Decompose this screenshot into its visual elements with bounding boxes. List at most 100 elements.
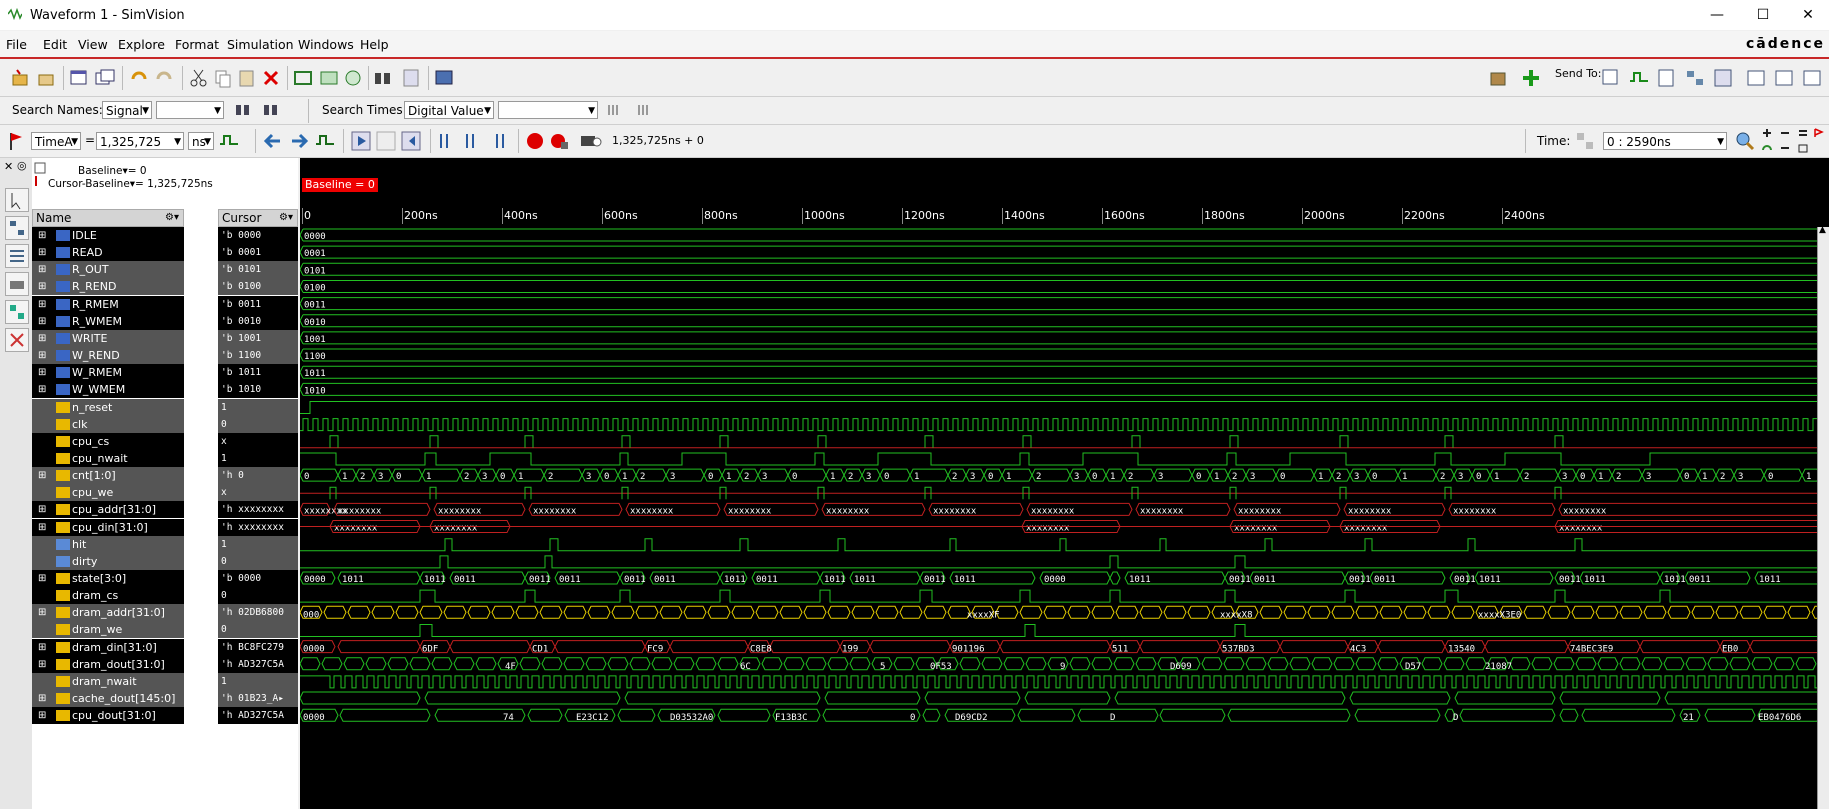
signal-row[interactable]: ⊞ IDLE [32,227,184,244]
menu-file[interactable]: File [6,37,27,52]
signal-row[interactable]: ⊞ cpu_din[31:0] [32,518,184,536]
step-out-icon[interactable] [489,130,511,152]
cursor-baseline-value[interactable]: Cursor-Baseline▾= 1,325,725ns [48,178,213,190]
signal-row[interactable]: cpu_nwait [32,449,184,467]
signal-row[interactable]: cpu_we [32,484,184,502]
menu-view[interactable]: View [78,37,108,52]
expand-icon[interactable]: ⊞ [38,261,46,278]
expand-icon[interactable]: ⊞ [38,656,46,673]
cut-icon[interactable] [188,67,210,89]
screen-icon[interactable] [434,67,456,89]
redo-icon[interactable] [153,67,175,89]
open-icon[interactable] [10,67,32,89]
signal-row[interactable]: ⊞ dram_din[31:0] [32,638,184,656]
paste-icon[interactable] [236,67,258,89]
search-times-input[interactable]: ▼ [498,101,598,119]
time-range-select[interactable]: 0 : 2590ns ▼ [1603,132,1727,150]
expand-icon[interactable]: ⊞ [38,347,46,364]
signal-row[interactable]: ⊞ W_RMEM [32,364,184,382]
stop-icon[interactable] [524,130,546,152]
cursor-name-select[interactable]: TimeA ▼ [31,132,81,150]
expand-icon[interactable]: ⊞ [38,639,46,656]
schematic-icon[interactable] [1684,67,1706,89]
signal-row[interactable]: ⊞ R_WMEM [32,312,184,330]
expand-icon[interactable]: ⊞ [38,690,46,707]
waveform-pane[interactable]: Baseline = 0 0 200ns 400ns 600ns 800ns 1000ns… [300,158,1829,809]
signal-row[interactable]: ⊞ W_WMEM [32,381,184,399]
cursor-column-header[interactable]: Cursor ⚙▾ [218,209,298,227]
signal-row[interactable]: ⊞ cache_dout[145:0] [32,690,184,708]
signal-tool-icon[interactable] [5,244,29,268]
signal-row[interactable]: ⊞ WRITE [32,329,184,347]
signal-row[interactable]: ⊞ cpu_dout[31:0] [32,707,184,725]
signal-row[interactable]: ⊞ R_RMEM [32,295,184,313]
undo-icon[interactable] [128,67,150,89]
waveform-canvas[interactable]: 0000000101010100001100101001110010111010… [300,158,1829,809]
design-browser-icon[interactable] [1600,67,1622,89]
add-icon[interactable] [1520,67,1542,89]
expand-icon[interactable]: ⊞ [38,467,46,484]
cursor-flag-icon[interactable] [6,130,28,152]
waveform-mode-icon[interactable] [218,130,240,152]
name-column-header[interactable]: Name ⚙▾ [32,209,184,227]
run-icon[interactable] [350,130,372,152]
expand-icon[interactable]: ⊞ [38,707,46,724]
expand-icon[interactable]: ⊞ [38,570,46,587]
signal-row[interactable]: ⊞ state[3:0] [32,570,184,587]
expand-icon[interactable]: ⊞ [38,604,46,621]
search-times-next-icon[interactable] [633,99,655,121]
signal-row[interactable]: cpu_cs [32,432,184,450]
signal-row[interactable]: ⊞ cpu_addr[31:0] [32,501,184,519]
signal-row[interactable]: n_reset [32,398,184,416]
edge-list-icon[interactable] [314,130,336,152]
vertical-scrollbar[interactable]: ▲ [1817,225,1829,809]
maximize-button[interactable]: ☐ [1748,6,1778,24]
menu-format[interactable]: Format [175,37,219,52]
search-times-prev-icon[interactable] [605,99,627,121]
signal-row[interactable]: ⊞ dram_addr[31:0] [32,604,184,622]
pause-icon[interactable] [375,130,397,152]
waveform-icon[interactable] [1628,67,1650,89]
zoom-full-icon[interactable] [1796,127,1810,139]
print-tool-icon[interactable] [5,272,29,296]
layout-2-icon[interactable] [1773,67,1795,89]
menu-explore[interactable]: Explore [118,37,165,52]
search-names-input[interactable]: ▼ [156,101,224,119]
expression-icon[interactable] [342,67,364,89]
zoom-icon[interactable] [1734,130,1756,152]
step-icon[interactable] [437,130,459,152]
gear-icon[interactable]: ⚙▾ [165,210,179,226]
cursor-unit-select[interactable]: ns ▼ [188,132,214,150]
search-names-type-select[interactable]: Signal ▼ [102,101,152,119]
cursor-gear-icon[interactable]: ⚙▾ [279,210,293,226]
next-edge-icon[interactable] [288,130,310,152]
hierarchy-tool-icon[interactable] [5,216,29,240]
time-range-icon[interactable] [1574,130,1596,152]
expand-icon[interactable]: ⊞ [38,364,46,381]
reset-icon[interactable] [548,130,570,152]
register-icon[interactable] [1712,67,1734,89]
search-times-type-select[interactable]: Digital Value ▼ [404,101,494,119]
copy-window-icon[interactable] [94,67,116,89]
signal-row[interactable]: dram_we [32,621,184,639]
signal-row[interactable]: dram_cs [32,587,184,605]
expand-icon[interactable]: ⊞ [38,519,46,536]
compare-tool-icon[interactable] [5,300,29,324]
zoom-next-icon[interactable] [1778,142,1792,154]
search-names-next-icon[interactable] [260,99,282,121]
menu-simulation[interactable]: Simulation [227,37,294,52]
zoom-in-icon[interactable] [1760,127,1774,139]
expand-icon[interactable]: ⊞ [38,278,46,295]
signal-row[interactable]: ⊞ R_REND [32,278,184,296]
expand-icon[interactable]: ⊞ [38,330,46,347]
menu-windows[interactable]: Windows [298,37,354,52]
minimize-button[interactable]: — [1702,6,1732,24]
create-bus-icon[interactable] [318,67,340,89]
signal-row[interactable]: clk [32,415,184,433]
source-browser-icon[interactable] [1656,67,1678,89]
signal-row[interactable]: ⊞ W_REND [32,347,184,365]
search-names-prev-icon[interactable] [232,99,254,121]
close-button[interactable]: ✕ [1793,6,1823,24]
zoom-prev-icon[interactable] [1760,142,1774,154]
expand-icon[interactable]: ⊞ [38,381,46,398]
